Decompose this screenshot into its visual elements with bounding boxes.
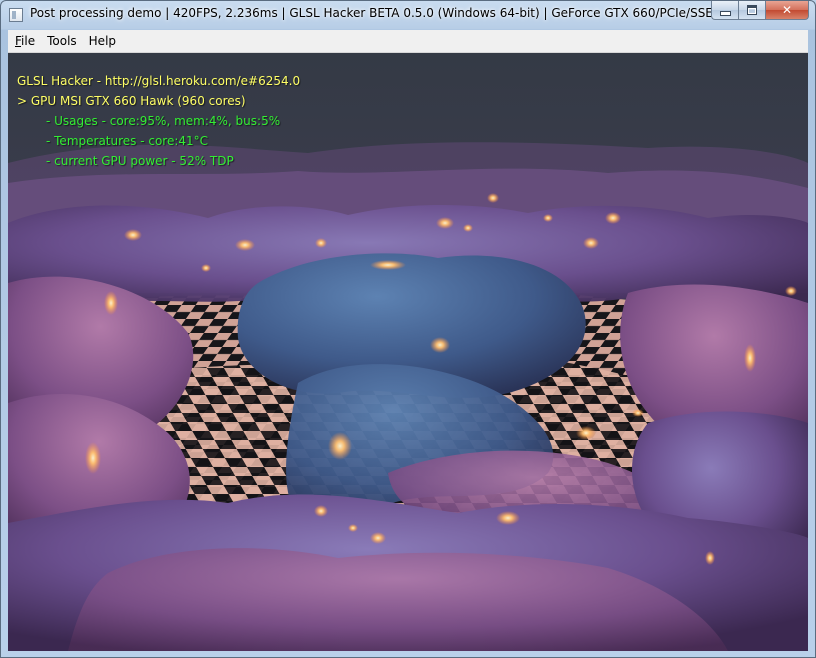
menu-help[interactable]: Help <box>83 31 122 51</box>
maximize-button[interactable] <box>738 1 765 20</box>
menu-tools-label: Tools <box>47 34 77 48</box>
overlay-gpu-name: > GPU MSI GTX 660 Hawk (960 cores) <box>17 94 246 108</box>
minimize-button[interactable] <box>711 1 738 20</box>
caption-buttons: ✕ <box>711 1 809 21</box>
overlay-header: GLSL Hacker - http://glsl.heroku.com/e#6… <box>17 74 301 88</box>
app-window: Post processing demo | 420FPS, 2.236ms |… <box>0 0 816 658</box>
menu-file-label: ile <box>21 34 36 48</box>
render-viewport[interactable]: GLSL Hacker - http://glsl.heroku.com/e#6… <box>8 53 808 651</box>
menu-file[interactable]: File <box>8 31 41 51</box>
window-title: Post processing demo | 420FPS, 2.236ms |… <box>30 6 721 20</box>
minimize-icon <box>719 10 731 16</box>
overlay-usages: - Usages - core:95%, mem:4%, bus:5% <box>46 114 281 128</box>
close-icon: ✕ <box>781 3 793 17</box>
overlay-temperatures: - Temperatures - core:41°C <box>46 134 209 148</box>
title-bar[interactable]: Post processing demo | 420FPS, 2.236ms |… <box>1 1 815 29</box>
maximize-icon <box>747 5 757 15</box>
window-app-icon[interactable] <box>9 8 23 22</box>
menu-help-label: Help <box>88 34 117 48</box>
overlay-power: - current GPU power - 52% TDP <box>46 154 234 168</box>
menu-tools[interactable]: Tools <box>41 31 83 51</box>
close-button[interactable]: ✕ <box>765 1 809 20</box>
menu-bar: File Tools Help <box>8 30 808 53</box>
